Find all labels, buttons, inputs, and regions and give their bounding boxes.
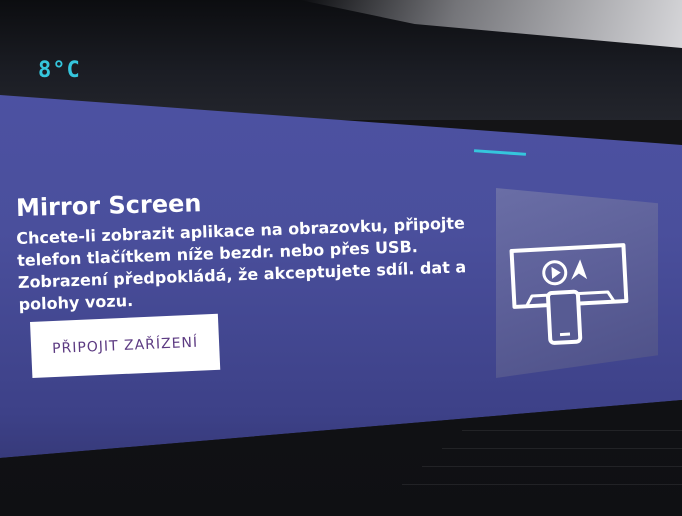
vent-slat — [422, 466, 682, 467]
phone-projection-icon — [509, 243, 629, 345]
description-text: Chcete-li zobrazit aplikace na obrazovku… — [16, 213, 467, 314]
vent-slat — [402, 484, 682, 485]
vent-slat — [462, 430, 682, 431]
vent-slat — [442, 448, 682, 449]
outside-temperature: 8°C — [38, 58, 81, 83]
page-title: Mirror Screen — [15, 189, 202, 222]
connect-device-button[interactable]: PŘIPOJIT ZAŘÍZENÍ — [30, 313, 221, 378]
